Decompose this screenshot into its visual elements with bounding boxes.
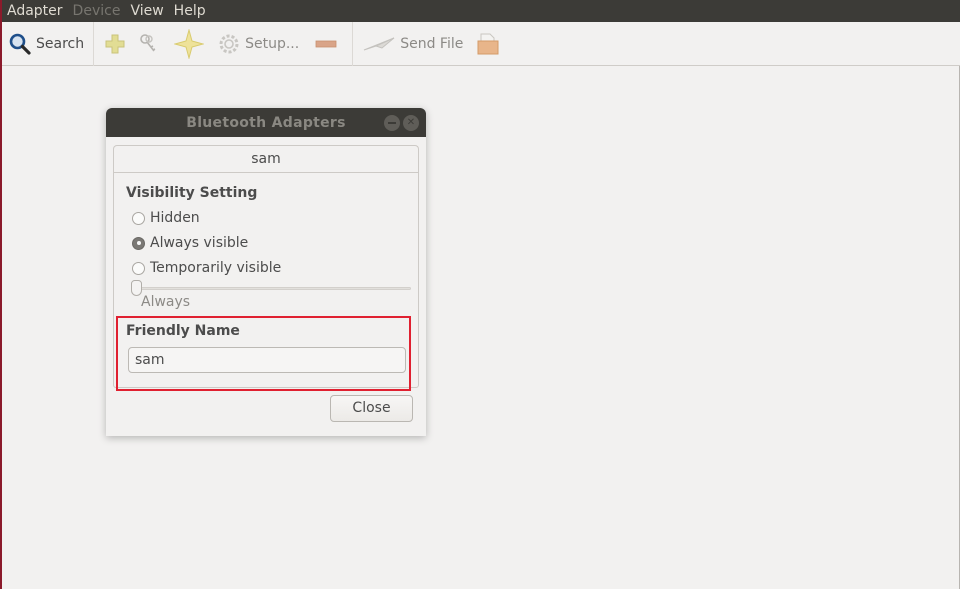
dialog-titlebar[interactable]: Bluetooth Adapters ✕ bbox=[106, 108, 426, 137]
close-window-button[interactable]: ✕ bbox=[403, 115, 419, 131]
menu-help[interactable]: Help bbox=[174, 0, 206, 22]
adapter-settings-panel: Visibility Setting Hidden Always visible… bbox=[113, 172, 419, 388]
radio-label: Always visible bbox=[150, 235, 249, 251]
setup-button[interactable]: Setup... bbox=[212, 22, 304, 66]
slider-value-label: Always bbox=[141, 294, 191, 310]
browse-button[interactable] bbox=[468, 22, 505, 66]
add-icon bbox=[105, 34, 125, 53]
radio-button[interactable] bbox=[132, 261, 145, 275]
minimize-icon bbox=[388, 122, 396, 124]
app-window: Adapter Device View Help Search Setup...… bbox=[0, 0, 960, 589]
visibility-heading: Visibility Setting bbox=[126, 185, 258, 201]
pair-button[interactable] bbox=[132, 22, 166, 66]
radio-hidden[interactable]: Hidden bbox=[132, 210, 200, 226]
folder-icon bbox=[477, 33, 499, 54]
remove-icon bbox=[315, 40, 337, 47]
radio-button[interactable] bbox=[132, 211, 145, 225]
radio-temporarily-visible[interactable]: Temporarily visible bbox=[132, 260, 281, 276]
remove-button[interactable] bbox=[304, 22, 348, 66]
search-icon bbox=[9, 33, 31, 55]
friendly-name-heading: Friendly Name bbox=[126, 323, 240, 339]
gear-icon bbox=[219, 34, 239, 53]
radio-always-visible[interactable]: Always visible bbox=[132, 235, 248, 251]
send-file-label: Send File bbox=[400, 35, 464, 52]
toolbar: Search Setup... Send File bbox=[2, 21, 960, 66]
radio-label: Hidden bbox=[150, 210, 200, 226]
menu-adapter[interactable]: Adapter bbox=[7, 0, 63, 22]
paper-plane-icon bbox=[364, 37, 395, 50]
search-label: Search bbox=[36, 35, 85, 52]
window-border bbox=[0, 0, 2, 589]
menu-bar: Adapter Device View Help bbox=[0, 0, 960, 22]
close-icon: ✕ bbox=[406, 117, 416, 128]
visibility-timeout-slider[interactable] bbox=[135, 287, 411, 290]
tab-adapter[interactable]: sam bbox=[113, 145, 419, 173]
search-button[interactable]: Search bbox=[2, 22, 89, 66]
favorite-button[interactable] bbox=[166, 22, 212, 66]
radio-button[interactable] bbox=[132, 236, 145, 250]
toolbar-separator bbox=[93, 21, 95, 66]
dialog-title: Bluetooth Adapters bbox=[186, 114, 346, 131]
menu-view[interactable]: View bbox=[130, 0, 163, 22]
friendly-name-input[interactable] bbox=[128, 347, 406, 373]
minimize-button[interactable] bbox=[384, 115, 400, 131]
menu-device[interactable]: Device bbox=[73, 0, 121, 22]
send-file-button[interactable]: Send File bbox=[357, 22, 468, 66]
setup-label: Setup... bbox=[245, 35, 300, 52]
add-button[interactable] bbox=[98, 22, 132, 66]
radio-label: Temporarily visible bbox=[150, 260, 282, 276]
keys-icon bbox=[140, 33, 156, 51]
star-icon bbox=[174, 28, 205, 59]
close-button[interactable]: Close bbox=[330, 395, 413, 422]
toolbar-separator bbox=[352, 21, 354, 66]
bluetooth-adapters-dialog: Bluetooth Adapters ✕ sam Visibility Sett… bbox=[106, 108, 426, 436]
